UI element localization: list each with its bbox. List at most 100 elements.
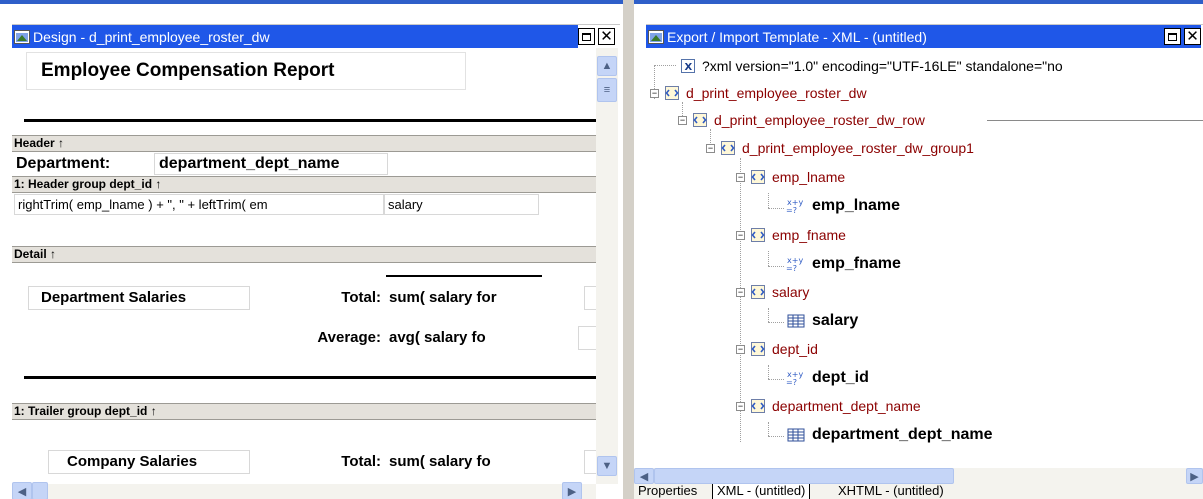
tree-label: salary <box>772 284 810 300</box>
row-bracket <box>987 120 1203 134</box>
report-title[interactable]: Employee Compensation Report <box>26 52 466 90</box>
tab-strip: Properties XML - (untitled) XHTML - (unt… <box>634 484 1203 499</box>
hidden-field-2[interactable] <box>578 326 596 350</box>
department-label[interactable]: Department: <box>14 153 152 175</box>
tree-node-department-dept-name[interactable]: − department_dept_name <box>736 396 921 416</box>
maximize-button[interactable] <box>1164 28 1181 45</box>
design-canvas[interactable]: Employee Compensation Report Header ↑ De… <box>12 48 596 484</box>
close-button[interactable]: ✕ <box>598 28 615 45</box>
band-header[interactable]: Header ↑ <box>12 135 596 152</box>
collapse-icon[interactable]: − <box>736 344 745 354</box>
xml-declaration-icon: X <box>681 59 695 73</box>
collapse-icon[interactable]: − <box>706 143 715 153</box>
chevron-right-icon: ▶ <box>567 485 577 498</box>
tree-label: emp_lname <box>772 169 846 185</box>
tree-label: dept_id <box>772 341 818 357</box>
h-scroll-thumb[interactable] <box>654 468 954 484</box>
pane-splitter[interactable] <box>623 0 634 499</box>
tree-node-emp-fname[interactable]: − emp_fname <box>736 225 846 245</box>
scroll-down-button[interactable]: ▼ <box>597 456 617 476</box>
xml-titlebar[interactable]: Export / Import Template - XML - (untitl… <box>646 24 1203 48</box>
band-group-trailer[interactable]: 1: Trailer group dept_id ↑ <box>12 403 596 420</box>
total-expression[interactable]: sum( salary for <box>386 286 542 310</box>
computed-field-icon: x+y=? <box>786 198 803 214</box>
hidden-field-3[interactable] <box>584 450 596 474</box>
tree-label: salary <box>812 312 859 329</box>
collapse-icon[interactable]: − <box>678 115 687 125</box>
department-name-field[interactable]: department_dept_name <box>154 153 388 175</box>
collapse-icon[interactable]: − <box>736 401 745 411</box>
computed-field-icon: x+y=? <box>786 370 803 386</box>
maximize-icon <box>582 32 591 41</box>
detail-line[interactable] <box>24 376 596 379</box>
tree-node-xml-declaration[interactable]: X ?xml version="1.0" encoding="UTF-16LE"… <box>680 56 1063 76</box>
xml-template-pane: Export / Import Template - XML - (untitl… <box>634 0 1203 499</box>
tree-node-emp-lname-value[interactable]: x+y =? emp_lname <box>786 196 900 216</box>
svg-text:=?: =? <box>786 378 797 386</box>
collapse-icon[interactable]: − <box>736 172 745 182</box>
collapse-icon[interactable]: − <box>650 88 659 98</box>
scroll-left-button[interactable]: ◀ <box>634 468 654 484</box>
scroll-left-button[interactable]: ◀ <box>12 482 32 499</box>
design-vertical-scrollbar[interactable]: ▲ ≡ ▼ <box>596 48 618 484</box>
header-line[interactable] <box>24 119 596 122</box>
tab-properties[interactable]: Properties <box>634 484 701 499</box>
tree-node-salary-value[interactable]: salary <box>786 311 858 331</box>
tab-xhtml[interactable]: XHTML - (untitled) <box>834 484 948 499</box>
tree-node-emp-lname[interactable]: − emp_lname <box>736 167 845 187</box>
window-icon <box>648 29 664 44</box>
scroll-right-button[interactable]: ▶ <box>562 482 582 499</box>
chevron-left-icon: ◀ <box>17 485 27 498</box>
total-overline[interactable] <box>386 275 542 277</box>
element-icon <box>665 86 679 100</box>
tree-label: dept_id <box>812 369 869 386</box>
maximize-button[interactable] <box>578 28 595 45</box>
design-titlebar[interactable]: Design - d_print_employee_roster_dw ✕ <box>12 24 620 48</box>
tree-label: d_print_employee_roster_dw_group1 <box>742 140 974 156</box>
average-label[interactable]: Average: <box>282 326 384 350</box>
column-icon <box>787 314 805 328</box>
tree-node-salary[interactable]: − salary <box>736 282 809 302</box>
chevron-right-icon: ▶ <box>1190 470 1199 483</box>
salary-field[interactable]: salary <box>384 194 539 215</box>
h-scroll-thumb[interactable] <box>32 482 48 499</box>
element-icon <box>693 113 707 127</box>
total-label[interactable]: Total: <box>312 286 384 310</box>
column-icon <box>787 428 805 442</box>
grip-icon: ≡ <box>603 84 611 96</box>
design-title: Design - d_print_employee_roster_dw <box>33 28 270 45</box>
scroll-up-button[interactable]: ▲ <box>597 56 617 76</box>
xml-horizontal-scrollbar[interactable]: ◀ ▶ <box>634 468 1203 484</box>
band-group-header[interactable]: 1: Header group dept_id ↑ <box>12 176 596 193</box>
tree-node-dept-id-value[interactable]: x+y =? dept_id <box>786 368 869 388</box>
chevron-down-icon: ▼ <box>601 460 613 472</box>
maximize-icon <box>1168 32 1177 41</box>
scroll-right-button[interactable]: ▶ <box>1186 468 1203 484</box>
company-total-expression[interactable]: sum( salary fo <box>386 450 542 474</box>
chevron-up-icon: ▲ <box>601 60 613 72</box>
close-icon: ✕ <box>600 27 613 45</box>
average-expression[interactable]: avg( salary fo <box>386 326 542 350</box>
element-icon <box>751 399 765 413</box>
department-salaries-label[interactable]: Department Salaries <box>28 286 250 310</box>
company-salaries-label[interactable]: Company Salaries <box>48 450 250 474</box>
tab-xml[interactable]: XML - (untitled) <box>712 484 811 499</box>
company-total-label[interactable]: Total: <box>312 450 384 474</box>
tree-node-dept-id[interactable]: − dept_id <box>736 339 818 359</box>
tree-node-emp-fname-value[interactable]: x+y =? emp_fname <box>786 254 901 274</box>
tree-node-department-dept-name-value[interactable]: department_dept_name <box>786 425 993 445</box>
xml-tree[interactable]: X ?xml version="1.0" encoding="UTF-16LE"… <box>646 48 1203 468</box>
close-button[interactable]: ✕ <box>1184 28 1201 45</box>
tree-node-root[interactable]: − d_print_employee_roster_dw <box>650 83 867 103</box>
hidden-field-1[interactable] <box>584 286 596 310</box>
tree-node-row[interactable]: − d_print_employee_roster_dw_row <box>678 110 925 130</box>
name-expression-field[interactable]: rightTrim( emp_lname ) + ", " + leftTrim… <box>14 194 384 215</box>
tree-node-group1[interactable]: − d_print_employee_roster_dw_group1 <box>706 138 974 158</box>
collapse-icon[interactable]: − <box>736 230 745 240</box>
scroll-thumb[interactable]: ≡ <box>597 78 617 102</box>
design-horizontal-scrollbar[interactable]: ◀ ▶ <box>12 482 596 499</box>
tree-label: d_print_employee_roster_dw <box>686 85 867 101</box>
element-icon <box>751 342 765 356</box>
band-detail[interactable]: Detail ↑ <box>12 246 596 263</box>
collapse-icon[interactable]: − <box>736 287 745 297</box>
